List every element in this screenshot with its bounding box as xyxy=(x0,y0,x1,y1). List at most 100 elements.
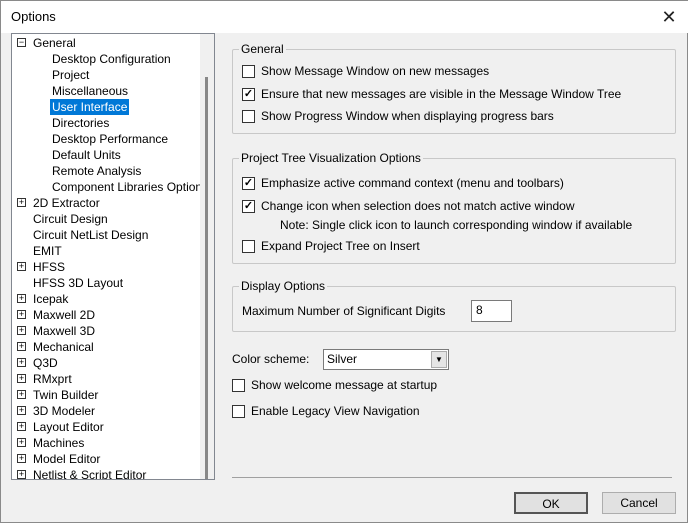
tree-item[interactable]: Miscellaneous xyxy=(12,83,202,99)
tree-item-label: Project xyxy=(52,68,90,82)
tree-item[interactable]: + Maxwell 3D xyxy=(12,323,202,339)
tree-item[interactable]: + Model Editor xyxy=(12,451,202,467)
tree-item[interactable]: User Interface xyxy=(12,99,202,115)
tree-item[interactable]: + Layout Editor xyxy=(12,419,202,435)
expand-icon[interactable]: + xyxy=(17,358,26,367)
tree-item-label: Circuit Design xyxy=(33,212,108,226)
emphasize-checkbox[interactable]: ✓ Emphasize active command context (menu … xyxy=(242,176,564,190)
color-scheme-label: Color scheme: xyxy=(232,352,310,366)
tree-item[interactable]: + Icepak xyxy=(12,291,202,307)
color-scheme-value: Silver xyxy=(327,352,358,366)
collapse-icon[interactable]: − xyxy=(17,38,26,47)
expand-icon[interactable]: + xyxy=(17,438,26,447)
tree-item[interactable]: Remote Analysis xyxy=(12,163,202,179)
group-title: Project Tree Visualization Options xyxy=(239,151,423,165)
expand-icon[interactable]: + xyxy=(17,390,26,399)
tree-item-label: Maxwell 3D xyxy=(33,324,96,338)
tree-item-label: 3D Modeler xyxy=(33,404,96,418)
options-tree[interactable]: + Netlist & Script Editor + Model Editor + Ma… xyxy=(11,33,215,480)
tree-item[interactable]: + Maxwell 2D xyxy=(12,307,202,323)
tree-item-label: EMIT xyxy=(33,244,62,258)
tree-item[interactable]: Default Units xyxy=(12,147,202,163)
tree-item-label: HFSS 3D Layout xyxy=(33,276,124,290)
chevron-down-icon[interactable]: ▼ xyxy=(431,351,447,368)
group-title: General xyxy=(239,42,286,56)
note-text: Note: Single click icon to launch corres… xyxy=(280,218,633,232)
checkbox-checked-icon[interactable]: ✓ xyxy=(242,87,255,101)
expand-icon[interactable]: + xyxy=(17,374,26,383)
checkbox-checked-icon[interactable]: ✓ xyxy=(242,176,255,190)
window-title: Options xyxy=(11,9,56,24)
expand-icon[interactable]: + xyxy=(17,470,26,479)
expand-icon[interactable]: + xyxy=(17,342,26,351)
tree-item[interactable]: Project xyxy=(12,67,202,83)
tree-item[interactable]: + HFSS xyxy=(12,259,202,275)
tree-item[interactable]: Desktop Performance xyxy=(12,131,202,147)
group-title: Display Options xyxy=(239,279,328,293)
cancel-button[interactable]: Cancel xyxy=(602,492,676,514)
tree-item[interactable]: + RMxprt xyxy=(12,371,202,387)
tree-item[interactable]: + Mechanical xyxy=(12,339,202,355)
tree-item[interactable]: +3D Modeler xyxy=(12,403,202,419)
tree-item-label: Circuit NetList Design xyxy=(33,228,149,242)
tree-item-label: Desktop Configuration xyxy=(52,52,171,66)
expand-icon[interactable]: + xyxy=(17,326,26,335)
legacy-navigation-checkbox[interactable]: Enable Legacy View Navigation xyxy=(232,404,420,418)
checkbox-unchecked-icon[interactable] xyxy=(242,64,255,78)
display-options-group: Display Options Maximum Number of Signif… xyxy=(232,279,676,332)
checkbox-unchecked-icon[interactable] xyxy=(242,239,255,253)
expand-icon[interactable]: + xyxy=(17,262,26,271)
welcome-message-checkbox[interactable]: Show welcome message at startup xyxy=(232,378,437,392)
tree-item-label: Default Units xyxy=(52,148,121,162)
show-progress-checkbox[interactable]: Show Progress Window when displaying pro… xyxy=(242,109,554,123)
show-message-window-checkbox[interactable]: Show Message Window on new messages xyxy=(242,64,489,78)
tree-item[interactable]: +2D Extractor xyxy=(12,195,202,211)
tree-item[interactable]: + Machines xyxy=(12,435,202,451)
ok-button[interactable]: OK xyxy=(514,492,588,514)
tree-item[interactable]: EMIT xyxy=(12,243,202,259)
tree-item[interactable]: Circuit NetList Design xyxy=(12,227,202,243)
tree-item-label: Icepak xyxy=(33,292,69,306)
tree-item[interactable]: + Netlist & Script Editor xyxy=(12,467,202,479)
tree-item-label: Remote Analysis xyxy=(52,164,142,178)
divider xyxy=(232,477,672,478)
tree-item[interactable]: Circuit Design xyxy=(12,211,202,227)
tree-item[interactable]: HFSS 3D Layout xyxy=(12,275,202,291)
expand-tree-checkbox[interactable]: Expand Project Tree on Insert xyxy=(242,239,420,253)
tree-item[interactable]: + Twin Builder xyxy=(12,387,202,403)
tree-item-label: Layout Editor xyxy=(33,420,104,434)
expand-icon[interactable]: + xyxy=(17,310,26,319)
checkbox-unchecked-icon[interactable] xyxy=(232,404,245,418)
expand-icon[interactable]: + xyxy=(17,422,26,431)
sig-digits-label: Maximum Number of Significant Digits xyxy=(242,304,446,318)
tree-item[interactable]: Directories xyxy=(12,115,202,131)
checkbox-unchecked-icon[interactable] xyxy=(232,378,245,392)
expand-icon[interactable]: + xyxy=(17,198,26,207)
expand-icon[interactable]: + xyxy=(17,406,26,415)
general-group: General Show Message Window on new messa… xyxy=(232,42,676,134)
tree-item[interactable]: + Q3D xyxy=(12,355,202,371)
ensure-visible-checkbox[interactable]: ✓ Ensure that new messages are visible in… xyxy=(242,87,621,101)
scrollbar-thumb[interactable] xyxy=(205,77,208,479)
tree-item-label: General xyxy=(33,36,76,50)
checkbox-checked-icon[interactable]: ✓ xyxy=(242,199,255,213)
tree-item[interactable]: Desktop Configuration xyxy=(12,51,202,67)
options-dialog: Options ✕ + Netlist & Script Editor + Model… xyxy=(0,0,688,523)
title-bar: Options ✕ xyxy=(1,1,688,33)
tree-item-label: User Interface xyxy=(50,99,130,115)
expand-icon[interactable]: + xyxy=(17,294,26,303)
color-scheme-select[interactable]: Silver ▼ xyxy=(323,349,449,370)
change-icon-checkbox[interactable]: ✓ Change icon when selection does not mat… xyxy=(242,199,575,213)
tree-item-label: 2D Extractor xyxy=(33,196,100,210)
tree-item-label: Model Editor xyxy=(33,452,101,466)
project-tree-group: Project Tree Visualization Options ✓ Emph… xyxy=(232,151,676,264)
sig-digits-input[interactable]: 8 xyxy=(471,300,512,322)
expand-icon[interactable]: + xyxy=(17,454,26,463)
checkbox-unchecked-icon[interactable] xyxy=(242,109,255,123)
tree-item-label: Directories xyxy=(52,116,110,130)
tree-item[interactable]: − General xyxy=(12,35,202,51)
close-icon[interactable]: ✕ xyxy=(657,5,681,29)
tree-scrollbar[interactable] xyxy=(200,34,214,479)
tree-item-label: Mechanical xyxy=(33,340,94,354)
tree-item[interactable]: Component Libraries Options xyxy=(12,179,208,195)
